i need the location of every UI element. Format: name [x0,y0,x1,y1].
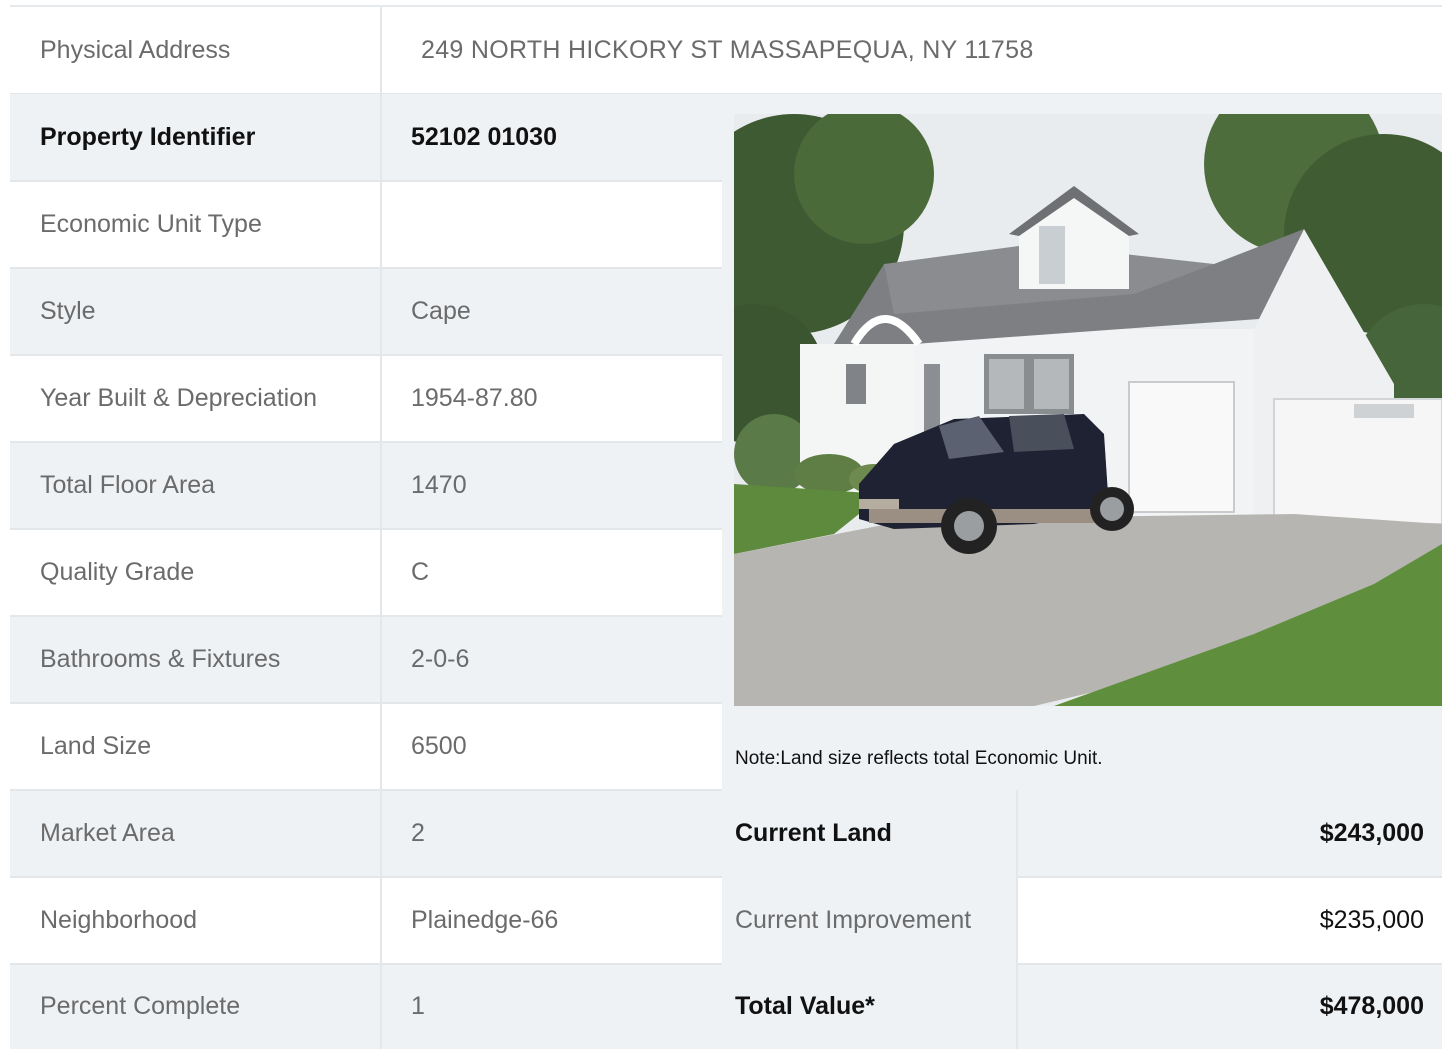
label-property-identifier: Property Identifier [10,94,380,181]
value-year-built: 1954-87.80 [380,355,722,442]
value-current-land: $243,000 [1017,790,1442,877]
land-size-note: Note:Land size reflects total Economic U… [735,748,1103,769]
divider [10,267,722,269]
divider [10,441,722,443]
divider [10,354,722,356]
divider [10,528,722,530]
divider [380,94,382,1049]
label-current-land: Current Land [722,790,1017,877]
value-style: Cape [380,268,722,355]
label-land-size: Land Size [10,703,380,790]
value-current-improvement: $235,000 [1017,877,1442,964]
value-land-size: 6500 [380,703,722,790]
value-total-value: $478,000 [1017,964,1442,1049]
label-quality-grade: Quality Grade [10,529,380,616]
divider [1016,790,1018,1049]
physical-address-label: Physical Address [10,7,380,93]
label-economic-unit-type: Economic Unit Type [10,181,380,268]
divider [10,876,722,878]
divider [10,615,722,617]
divider [10,702,722,704]
divider [10,789,722,791]
label-market-area: Market Area [10,790,380,877]
value-neighborhood: Plainedge-66 [380,877,722,964]
value-total-floor-area: 1470 [380,442,722,529]
label-neighborhood: Neighborhood [10,877,380,964]
value-percent-complete: 1 [380,964,722,1049]
label-percent-complete: Percent Complete [10,964,380,1049]
divider [10,180,722,182]
property-photo [734,114,1442,706]
label-bathrooms: Bathrooms & Fixtures [10,616,380,703]
divider [10,963,722,965]
value-economic-unit-type [380,181,722,268]
physical-address-value: 249 NORTH HICKORY ST MASSAPEQUA, NY 1175… [380,7,1442,93]
value-property-identifier: 52102 01030 [380,94,722,181]
divider [1017,963,1442,965]
label-current-improvement: Current Improvement [722,877,1017,964]
label-style: Style [10,268,380,355]
label-total-value: Total Value* [722,964,1017,1049]
divider [380,7,382,93]
value-quality-grade: C [380,529,722,616]
label-total-floor-area: Total Floor Area [10,442,380,529]
divider [1017,876,1442,878]
value-market-area: 2 [380,790,722,877]
label-year-built: Year Built & Depreciation [10,355,380,442]
value-bathrooms: 2-0-6 [380,616,722,703]
